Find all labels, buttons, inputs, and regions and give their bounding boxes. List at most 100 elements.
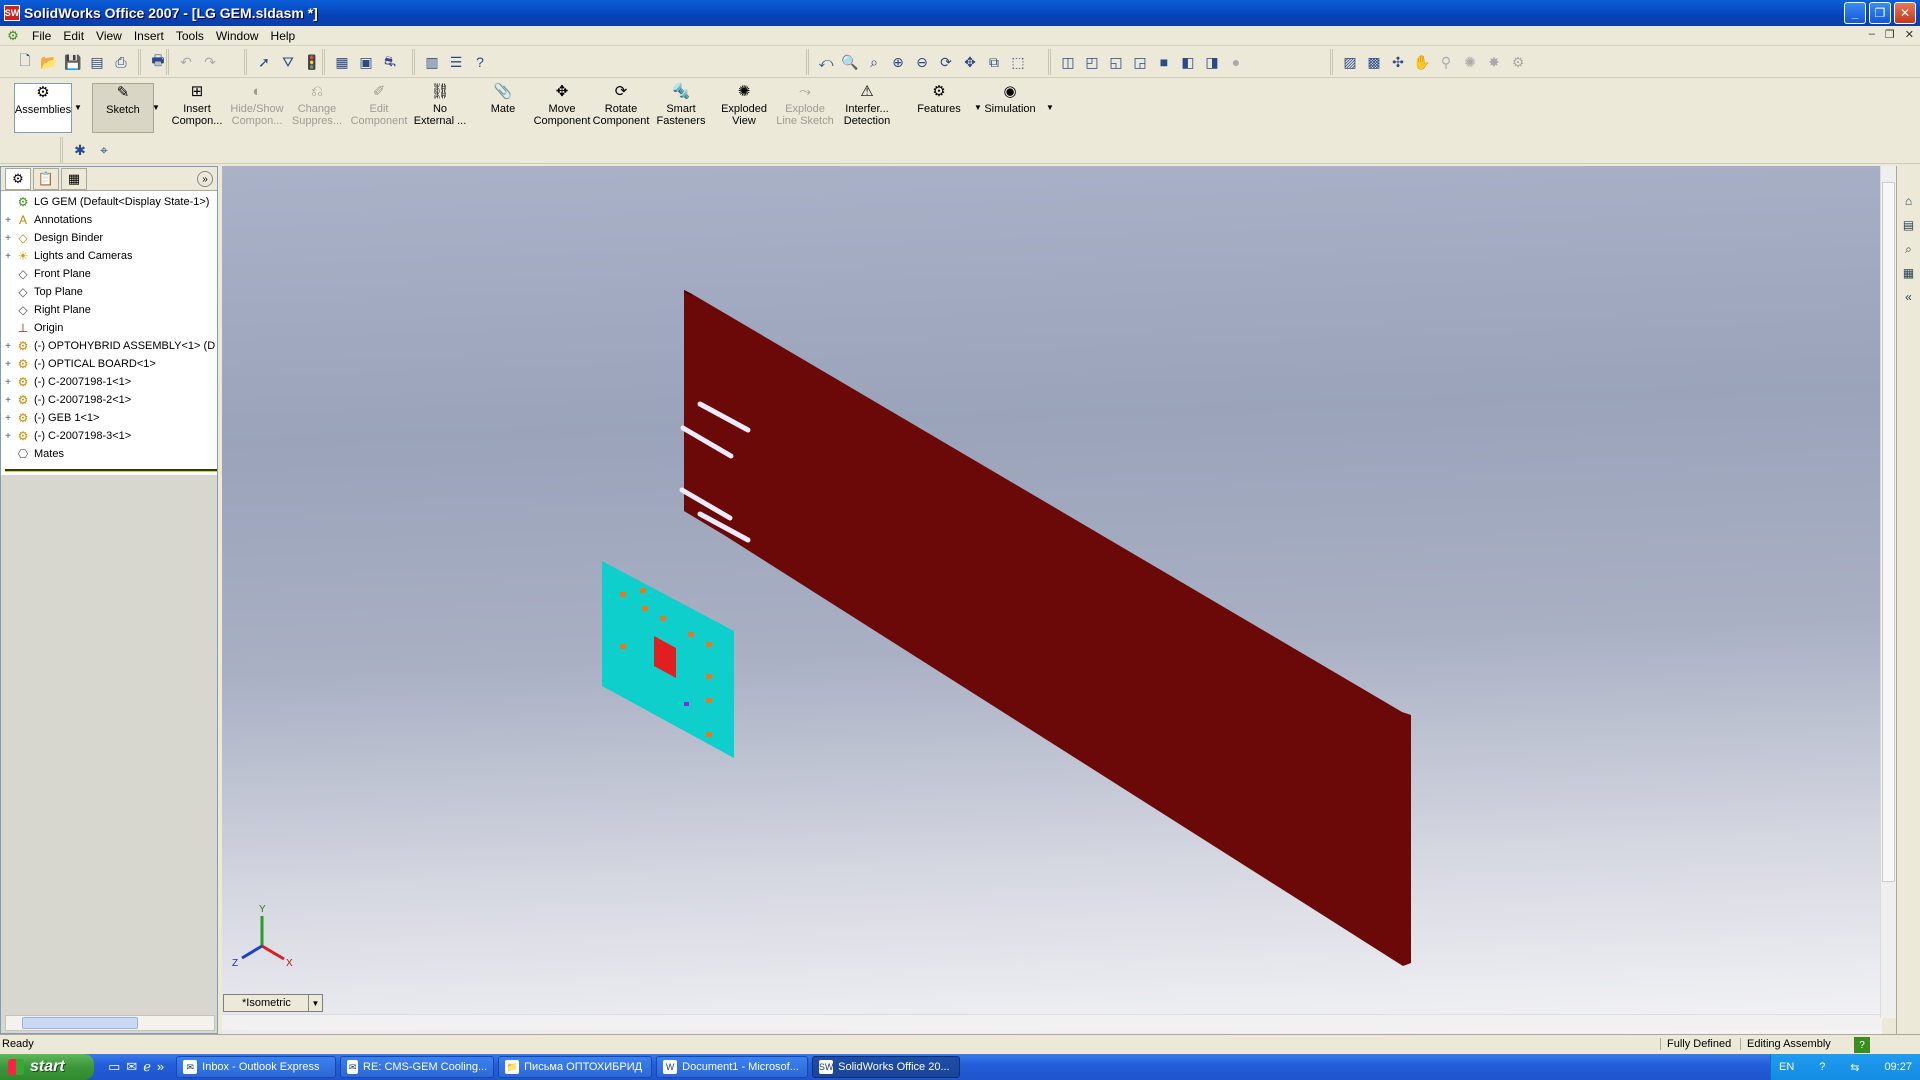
close-button[interactable]: ✕	[1894, 2, 1916, 24]
collapse-pane-icon[interactable]: «	[1900, 288, 1918, 306]
status-help-icon[interactable]: ?	[1854, 1037, 1870, 1053]
cmd-sketch-button[interactable]: ✎ Sketch	[92, 83, 154, 133]
graphics-horizontal-scrollbar[interactable]	[222, 1014, 1882, 1030]
expand-icon[interactable]: +	[1, 251, 15, 262]
standard-views-icon[interactable]: ⬚	[1007, 51, 1029, 73]
display-icon[interactable]: ▣	[355, 51, 377, 73]
print-preview-icon[interactable]: ▤	[86, 51, 108, 73]
cmd-assemblies-button[interactable]: ⚙ Assemblies	[14, 83, 72, 133]
mdi-restore-button[interactable]: ❐	[1885, 28, 1895, 41]
tree-item[interactable]: + ⚙ (-) GEB 1<1>	[1, 409, 217, 427]
zoom-selection-icon[interactable]: ⊖	[911, 51, 933, 73]
show-desktop-icon[interactable]: ▭	[108, 1059, 120, 1075]
open-icon[interactable]: 📂	[38, 51, 60, 73]
render-icon[interactable]: ▩	[1363, 51, 1385, 73]
grid-options-icon[interactable]: ▦	[331, 51, 353, 73]
zoom-to-fit-icon[interactable]: 🔍	[839, 51, 861, 73]
print-icon[interactable]: ⎙	[110, 51, 132, 73]
view-orientation-icon[interactable]: ⧉	[983, 51, 1005, 73]
chevron-down-icon[interactable]: ▼	[974, 103, 982, 112]
expand-icon[interactable]: +	[1, 215, 15, 226]
menu-file[interactable]: File	[26, 29, 57, 43]
taskbar-button[interactable]: 📁 Письма ОПТОХИБРИД	[498, 1056, 653, 1078]
cmd-insert-button[interactable]: ⊞ Insert Compon...	[168, 83, 226, 133]
tree-item[interactable]: ◇ Front Plane	[1, 265, 217, 283]
rebuild-icon[interactable]: ⛐	[379, 51, 401, 73]
graphics-vertical-scrollbar[interactable]	[1880, 166, 1896, 1018]
taskbar-button[interactable]: ✉ Inbox - Outlook Express	[176, 1056, 337, 1078]
taskbar-button[interactable]: SW SolidWorks Office 20...	[812, 1056, 961, 1078]
hidden-removed-icon[interactable]: ◱	[1105, 51, 1127, 73]
expand-panel-icon[interactable]: »	[197, 171, 213, 187]
cmd-edit-button[interactable]: ✐ Edit Component	[350, 83, 408, 133]
cmd-explode-button[interactable]: ⤳ Explode Line Sketch	[776, 83, 834, 133]
chevron-down-icon[interactable]: ▼	[152, 103, 160, 112]
menu-window[interactable]: Window	[210, 29, 265, 43]
property-manager-tab-icon[interactable]: 📋	[33, 167, 59, 190]
ie-icon[interactable]: ℯ	[143, 1059, 151, 1075]
shaded-icon[interactable]: ■	[1153, 51, 1175, 73]
cmd-no-button[interactable]: ⛓ No External ...	[412, 83, 468, 133]
window-layout-icon[interactable]: ▥	[421, 51, 443, 73]
tree-item[interactable]: ◇ Top Plane	[1, 283, 217, 301]
rollback-bar[interactable]	[5, 469, 217, 472]
mdi-minimize-button[interactable]: –	[1869, 28, 1875, 41]
feature-tree-horizontal-scrollbar[interactable]	[5, 1015, 215, 1031]
cmd-smart-button[interactable]: 🔩 Smart Fasteners	[654, 83, 708, 133]
chevron-down-icon[interactable]: ▼	[308, 995, 322, 1011]
undo-icon[interactable]: ↶	[175, 51, 197, 73]
tree-item[interactable]: + ⚙ (-) C-2007198-2<1>	[1, 391, 217, 409]
solidworks-app-icon[interactable]: SW	[4, 5, 20, 21]
pin-icon[interactable]: ⚲	[1435, 51, 1457, 73]
hidden-lines-icon[interactable]: ◰	[1081, 51, 1103, 73]
graphics-area[interactable]: Y X Z *Isometric ▼	[222, 166, 1882, 1034]
view-orientation-dropdown[interactable]: *Isometric ▼	[223, 994, 323, 1012]
taskbar-button[interactable]: ✉ RE: CMS-GEM Cooling...	[340, 1056, 495, 1078]
tree-root[interactable]: ⚙ LG GEM (Default<Display State-1>)	[1, 193, 217, 211]
feature-tree-tab-icon[interactable]: ⚙	[5, 167, 31, 190]
tree-item[interactable]: + ☀ Lights and Cameras	[1, 247, 217, 265]
taskbar-button[interactable]: W Document1 - Microsof...	[656, 1056, 809, 1078]
restore-button[interactable]: ❐	[1869, 2, 1891, 24]
explode-icon[interactable]: ✺	[1459, 51, 1481, 73]
cmd-exploded-button[interactable]: ✺ Exploded View	[716, 83, 772, 133]
zoom-in-out-icon[interactable]: ⊕	[887, 51, 909, 73]
traffic-light-icon[interactable]: 🚦	[301, 51, 323, 73]
tree-item[interactable]: + ◇ Design Binder	[1, 229, 217, 247]
sketch-toggle-icon[interactable]: ✱	[69, 139, 91, 161]
cmd-change-button[interactable]: ⎌ Change Suppres...	[288, 83, 346, 133]
shaded-edges-icon[interactable]: ◲	[1129, 51, 1151, 73]
chevron-down-icon[interactable]: ▼	[1046, 103, 1054, 112]
menu-help[interactable]: Help	[265, 29, 302, 43]
collapse-icon[interactable]: ✸	[1483, 51, 1505, 73]
expand-icon[interactable]: +	[1, 377, 15, 388]
tree-item[interactable]: + ⚙ (-) C-2007198-1<1>	[1, 373, 217, 391]
start-button[interactable]: start	[0, 1054, 94, 1080]
outlook-icon[interactable]: ✉	[126, 1059, 137, 1075]
hand-icon[interactable]: ✋	[1411, 51, 1433, 73]
network-tray-icon[interactable]: ⇆	[1850, 1061, 1859, 1074]
zoom-area-icon[interactable]: ⌕	[863, 51, 885, 73]
tree-item[interactable]: ◇ Right Plane	[1, 301, 217, 319]
cmd-simulation-button[interactable]: ◉ Simulation	[980, 83, 1040, 133]
help-icon[interactable]: ?	[469, 51, 491, 73]
pan-icon[interactable]: ✥	[959, 51, 981, 73]
redo-icon[interactable]: ↷	[199, 51, 221, 73]
menu-tools[interactable]: Tools	[170, 29, 210, 43]
solidworks-logo-icon[interactable]: ⚙	[4, 28, 22, 44]
smart-fastener-icon[interactable]: ⚙	[1507, 51, 1529, 73]
design-library-icon[interactable]: ▤	[1900, 216, 1918, 234]
select-filter-icon[interactable]: ⛛	[277, 51, 299, 73]
move-component-icon[interactable]: ✣	[1387, 51, 1409, 73]
tree-item[interactable]: + ⚙ (-) C-2007198-3<1>	[1, 427, 217, 445]
rotate-view-icon[interactable]: ⟳	[935, 51, 957, 73]
menu-view[interactable]: View	[90, 29, 128, 43]
mdi-close-button[interactable]: ✕	[1905, 28, 1914, 41]
minimize-button[interactable]: _	[1844, 2, 1866, 24]
cmd-move-button[interactable]: ✥ Move Component	[532, 83, 592, 133]
tree-item[interactable]: + ⚙ (-) OPTOHYBRID ASSEMBLY<1> (D	[1, 337, 217, 355]
cmd-features-button[interactable]: ⚙ Features	[912, 83, 966, 133]
properties-icon[interactable]: ☰	[445, 51, 467, 73]
expand-icon[interactable]: +	[1, 431, 15, 442]
chevron-down-icon[interactable]: ▼	[74, 103, 82, 112]
